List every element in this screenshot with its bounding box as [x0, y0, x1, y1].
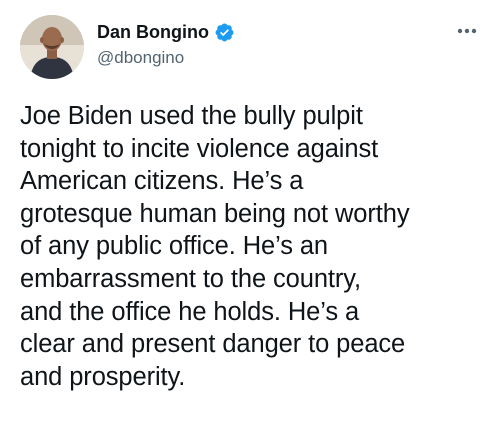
tweet-card: Dan Bongino @dbongino Joe Biden used the…: [0, 0, 500, 429]
more-options-button[interactable]: [452, 16, 482, 46]
name-row: Dan Bongino: [97, 20, 235, 44]
more-options-icon: [457, 28, 477, 34]
avatar-photo: [20, 15, 84, 79]
user-handle[interactable]: @dbongino: [97, 47, 184, 69]
tweet-text: Joe Biden used the bully pulpit tonight …: [20, 102, 410, 391]
verified-badge-icon: [214, 22, 235, 43]
avatar[interactable]: [20, 15, 84, 79]
display-name[interactable]: Dan Bongino: [97, 20, 209, 44]
